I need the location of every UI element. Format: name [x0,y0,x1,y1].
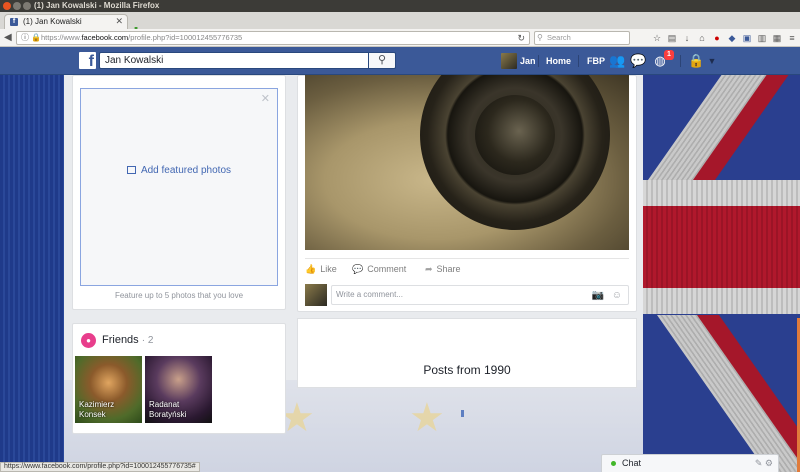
search-icon: ⚲ [537,33,543,42]
comment-label: Comment [367,264,407,274]
menu-hamburger-icon[interactable]: ≡ [787,33,797,43]
like-button[interactable]: 👍 Like [305,264,337,275]
notification-badge: 1 [664,50,674,60]
comment-input[interactable]: Write a comment... 📷 ☺ [331,285,629,305]
tab-strip: f (1) Jan Kowalski ✕ ✚ [0,12,800,39]
header-divider [680,55,681,67]
minimize-window-button[interactable] [13,2,21,10]
browser-search-placeholder: Search [547,33,571,42]
messages-icon[interactable]: 💬 [630,53,646,69]
camera-icon[interactable]: 📷 [592,287,604,305]
thumbs-up-icon: 👍 [305,264,317,274]
close-tab-icon[interactable]: ✕ [115,15,123,28]
header-divider [538,55,539,67]
star-icon: ★ [409,396,445,440]
friend-tile[interactable]: Radanat Boratyński [145,356,212,423]
adblock-icon[interactable]: ● [712,33,722,43]
friend-first-name: Kazimierz [79,400,115,409]
cover-background-right [643,75,800,472]
back-arrow-icon[interactable]: ◀ [4,32,12,43]
photo-icon [126,166,136,174]
facebook-search-input[interactable]: Jan Kowalski [99,52,369,69]
url-prefix: https://www. [41,33,82,42]
post-photo[interactable] [305,75,629,250]
privacy-shortcuts-icon[interactable]: 🔒 [688,53,704,69]
share-arrow-icon: ➦ [425,264,433,274]
friend-name[interactable]: Radanat Boratyński [149,400,186,420]
posts-from-year-title: Posts from 1990 [423,363,511,377]
friend-last-name: Konsek [79,410,106,419]
chat-label: Chat [622,458,642,468]
featured-photos-caption: Feature up to 5 photos that you love [114,291,244,300]
url-path: /profile.php?id=100012455776735 [128,33,243,42]
flag-stripe [643,180,800,206]
share-label: Share [436,264,461,274]
sticker-icon[interactable]: ☺ [612,287,622,305]
add-featured-photos-link[interactable]: Add featured photos [81,165,277,176]
browser-tab[interactable]: f (1) Jan Kowalski ✕ [4,14,128,29]
profile-link[interactable]: Jan [520,56,536,66]
settings-gear-icon[interactable]: ⚙ [765,458,773,468]
comment-bubble-icon: 💬 [352,264,364,274]
like-label: Like [320,264,337,274]
featured-photos-box[interactable]: ✕ Add featured photos [80,88,278,286]
flag-stripe [643,288,800,314]
window-titlebar: (1) Jan Kowalski - Mozilla Firefox [0,0,800,12]
home-link[interactable]: Home [546,56,571,66]
flag-stripe [643,206,800,288]
browser-search-input[interactable]: ⚲ Search [534,31,630,45]
facebook-logo-icon[interactable]: f [79,52,96,69]
download-icon[interactable]: ↓ [682,33,692,43]
reload-icon[interactable]: ↻ [517,32,525,44]
online-status-icon [611,461,616,466]
info-lock-icon[interactable]: ⓘ 🔒 [21,32,41,44]
friends-heading[interactable]: Friends · 2 [102,334,153,346]
close-window-button[interactable] [3,2,11,10]
url-host: facebook.com [81,33,129,42]
maximize-window-button[interactable] [23,2,31,10]
extension-icon[interactable]: ◆ [727,33,737,43]
chat-sidebar-button[interactable]: Chat ✎ ⚙ [601,454,779,472]
posts-from-year-card: Posts from 1990 [297,318,637,388]
star-bookmark-icon[interactable]: ☆ [652,33,662,43]
friend-requests-icon[interactable]: 👥 [609,53,625,69]
share-button[interactable]: ➦ Share [425,264,461,275]
account-menu-chevron-icon[interactable]: ▼ [704,53,720,69]
facebook-favicon-icon: f [10,18,18,26]
comment-button[interactable]: 💬 Comment [352,264,406,275]
status-url: https://www.facebook.com/profile.php?id=… [0,462,200,472]
close-icon[interactable]: ✕ [261,92,270,105]
add-featured-photos-label: Add featured photos [140,165,232,176]
window-title: (1) Jan Kowalski - Mozilla Firefox [34,1,160,10]
cover-background-left [0,75,64,472]
facebook-header: f Jan Kowalski ⚲ Jan Home FBP 👥 💬 ◍ 1 🔒 … [0,47,800,75]
search-icon: ⚲ [377,54,387,66]
header-divider [578,55,579,67]
header-avatar[interactable] [501,53,517,69]
url-bar[interactable]: ⓘ 🔒 https://www.facebook.com/profile.php… [16,31,530,45]
comment-avatar [305,284,327,306]
page-link[interactable]: FBP [587,56,605,66]
loading-indicator [461,410,464,417]
comment-placeholder: Write a comment... [336,290,403,299]
camera-lens [420,75,610,230]
friend-last-name: Boratyński [149,410,187,419]
clipboard-icon[interactable]: ▤ [667,33,677,43]
facebook-search-button[interactable]: ⚲ [369,52,396,69]
friend-tile[interactable]: Kazimierz Konsek [75,356,142,423]
extension-badge-icon[interactable]: ▣ [742,33,752,43]
navigation-toolbar: ◀ ⓘ 🔒 https://www.facebook.com/profile.p… [0,29,800,47]
compose-icon[interactable]: ✎ [755,458,763,468]
screenshot-icon[interactable]: ▥ [757,33,767,43]
friend-first-name: Radanat [149,400,180,409]
camera-lens-glass [475,95,555,175]
home-icon[interactable]: ⌂ [697,33,707,43]
tab-label: (1) Jan Kowalski [23,17,82,26]
divider [305,258,629,259]
friends-icon: ● [81,333,96,348]
sidebar-icon[interactable]: ▦ [772,33,782,43]
friends-title: Friends [102,334,139,346]
friends-count: · 2 [141,335,154,346]
friend-name[interactable]: Kazimierz Konsek [79,400,114,420]
